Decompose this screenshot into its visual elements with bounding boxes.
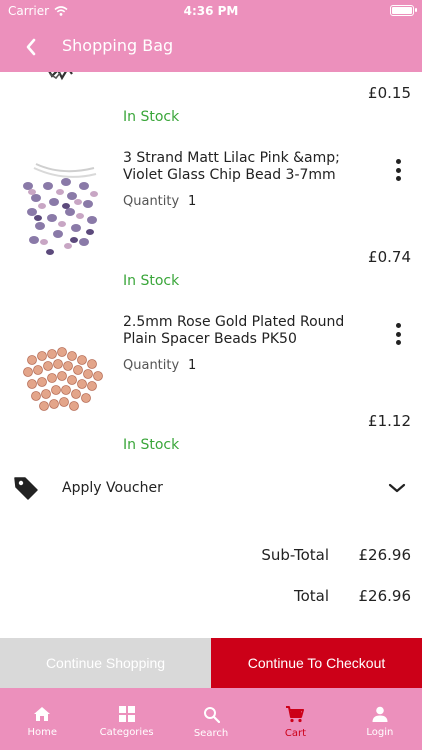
back-button[interactable] [18, 34, 44, 60]
tab-label: Home [27, 727, 57, 738]
product-thumbnail[interactable] [14, 156, 106, 266]
quantity-label: Quantity [123, 358, 180, 373]
page-title: Shopping Bag [62, 36, 174, 55]
previous-item-stock: In Stock [123, 109, 180, 125]
item-options-button[interactable] [388, 156, 408, 184]
total-label: Total [293, 587, 329, 605]
quantity-value[interactable]: 1 [188, 358, 196, 373]
home-icon [34, 707, 51, 721]
tab-categories[interactable]: Categories [84, 688, 168, 750]
tab-bar: Home Categories Search Cart Login [0, 688, 422, 750]
previous-item-thumbnail [48, 72, 73, 81]
tab-label: Cart [284, 728, 306, 739]
product-price: £0.74 [368, 248, 411, 266]
subtotal-label: Sub-Total [261, 546, 329, 564]
tab-label: Login [366, 727, 394, 738]
total-value: £26.96 [358, 587, 412, 605]
product-price: £1.12 [368, 412, 411, 430]
tab-login[interactable]: Login [338, 688, 422, 750]
subtotal-value: £26.96 [358, 546, 412, 564]
continue-to-checkout-button[interactable]: Continue To Checkout [211, 638, 422, 688]
tab-label: Categories [99, 727, 154, 738]
kebab-dot [395, 331, 401, 337]
tab-cart[interactable]: Cart [253, 688, 337, 750]
kebab-dot [395, 176, 401, 181]
status-time: 4:36 PM [183, 4, 239, 18]
kebab-dot [395, 340, 401, 345]
tab-home[interactable]: Home [0, 688, 84, 750]
cart-icon [286, 706, 305, 723]
product-name[interactable]: 3 Strand Matt Lilac Pink &amp; Violet Gl… [123, 150, 363, 184]
item-options-button[interactable] [388, 320, 408, 348]
chevron-down-icon [388, 483, 406, 493]
nav-bar: Shopping Bag [0, 22, 422, 72]
product-thumbnail[interactable] [14, 324, 106, 434]
previous-item-price: £0.15 [368, 84, 411, 102]
kebab-dot [395, 323, 401, 328]
apply-voucher-label: Apply Voucher [62, 480, 163, 496]
continue-shopping-button[interactable]: Continue Shopping [0, 638, 211, 688]
person-icon [372, 706, 388, 722]
tag-icon [14, 477, 38, 500]
status-bar: Carrier 4:36 PM [0, 0, 422, 22]
grid-icon [118, 706, 135, 722]
battery-icon [390, 5, 417, 16]
tab-label: Search [193, 728, 229, 739]
stock-status: In Stock [123, 273, 180, 289]
cart-content[interactable]: £0.15 In Stock 3 Strand Matt Lilac Pink … [0, 72, 422, 638]
kebab-dot [395, 159, 401, 164]
tab-search[interactable]: Search [169, 688, 253, 750]
search-icon [203, 707, 220, 723]
quantity-value[interactable]: 1 [188, 194, 196, 209]
quantity-label: Quantity [123, 194, 180, 209]
kebab-dot [395, 167, 401, 173]
apply-voucher-row[interactable]: Apply Voucher [0, 470, 422, 510]
chevron-left-icon [26, 38, 36, 56]
product-name[interactable]: 2.5mm Rose Gold Plated Round Plain Space… [123, 314, 363, 348]
stock-status: In Stock [123, 437, 180, 453]
